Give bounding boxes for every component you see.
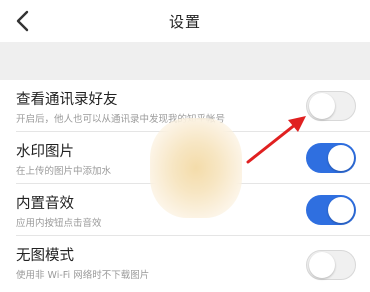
toggle-sound[interactable] xyxy=(306,195,356,225)
setting-row-no-image: 无图模式 使用非 Wi-Fi 网络时不下载图片 xyxy=(0,236,370,292)
setting-description: 使用非 Wi-Fi 网络时不下载图片 xyxy=(16,270,150,281)
blurred-watermark-overlay xyxy=(150,118,242,218)
annotation-arrow-icon xyxy=(246,116,306,164)
setting-label: 内置音效 xyxy=(16,196,74,212)
nav-bar: 设置 xyxy=(0,0,370,42)
toggle-knob xyxy=(328,145,354,171)
setting-description: 在上传的图片中添加水 xyxy=(16,166,112,177)
toggle-contacts[interactable] xyxy=(306,91,356,121)
toggle-knob xyxy=(328,197,354,223)
setting-label: 查看通讯录好友 xyxy=(16,92,118,108)
toggle-watermark[interactable] xyxy=(306,143,356,173)
section-gap xyxy=(0,42,370,80)
toggle-knob xyxy=(309,93,335,119)
setting-description: 应用内按钮点击音效 xyxy=(16,218,102,229)
page-title: 设置 xyxy=(168,13,201,31)
toggle-no-image[interactable] xyxy=(306,250,356,280)
setting-label: 水印图片 xyxy=(16,144,74,160)
setting-label: 无图模式 xyxy=(16,248,74,264)
toggle-knob xyxy=(309,252,335,278)
